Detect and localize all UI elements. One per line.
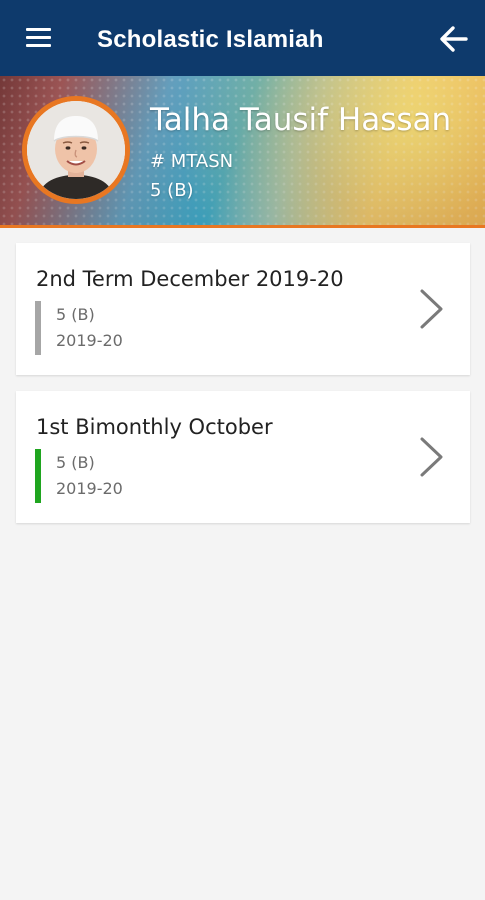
exam-class: 5 (B) bbox=[56, 453, 95, 472]
student-name: Talha Tausif Hassan bbox=[150, 102, 452, 138]
app-bar: Scholastic Islamiah bbox=[0, 0, 485, 76]
app-screen: Scholastic Islamiah Talha Tausif Hassan … bbox=[0, 0, 485, 900]
student-id: # MTASN bbox=[150, 151, 234, 172]
student-profile-header: Talha Tausif Hassan # MTASN 5 (B) bbox=[0, 76, 485, 226]
arrow-left-icon[interactable] bbox=[437, 22, 471, 56]
student-avatar[interactable] bbox=[22, 96, 130, 204]
profile-accent-divider bbox=[0, 225, 485, 228]
exam-card[interactable]: 1st Bimonthly October 5 (B) 2019-20 bbox=[16, 391, 470, 523]
chevron-right-icon[interactable] bbox=[416, 435, 446, 479]
exam-year: 2019-20 bbox=[56, 479, 123, 498]
exam-card[interactable]: 2nd Term December 2019-20 5 (B) 2019-20 bbox=[16, 243, 470, 375]
exam-status-bar bbox=[35, 301, 41, 355]
exam-title: 1st Bimonthly October bbox=[36, 415, 273, 439]
exam-class: 5 (B) bbox=[56, 305, 95, 324]
chevron-right-icon[interactable] bbox=[416, 287, 446, 331]
app-title: Scholastic Islamiah bbox=[97, 26, 324, 53]
exam-status-bar bbox=[35, 449, 41, 503]
hamburger-menu-icon[interactable] bbox=[24, 24, 54, 52]
exam-title: 2nd Term December 2019-20 bbox=[36, 267, 344, 291]
student-class: 5 (B) bbox=[150, 180, 194, 201]
exam-year: 2019-20 bbox=[56, 331, 123, 350]
